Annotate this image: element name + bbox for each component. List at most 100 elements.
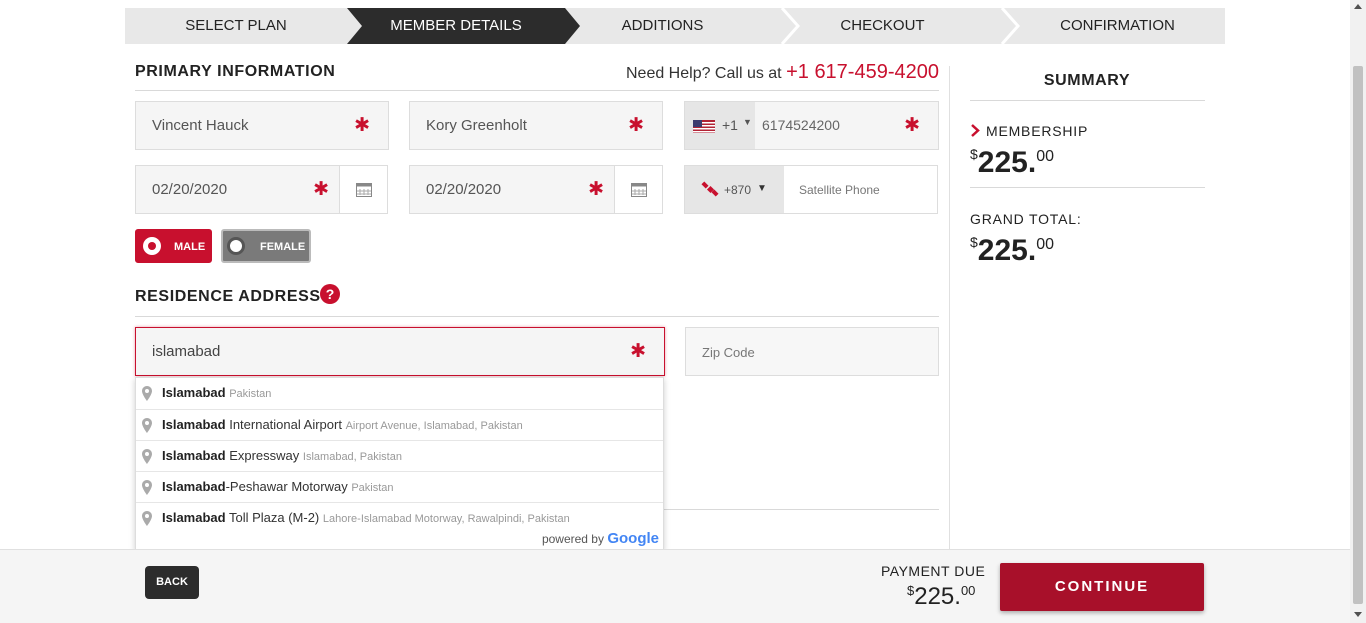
divider xyxy=(135,90,939,91)
zip-placeholder: Zip Code xyxy=(702,345,755,360)
satellite-icon xyxy=(701,181,719,197)
suggestion-item[interactable]: Islamabad Expressway Islamabad, Pakistan xyxy=(136,440,663,471)
svg-text:?: ? xyxy=(326,286,335,302)
suggestion-rest: International Airport xyxy=(225,417,342,432)
step-label: CONFIRMATION xyxy=(1060,17,1175,34)
address-value: islamabad xyxy=(152,343,221,360)
gender-female-option[interactable]: FEMALE xyxy=(221,229,311,263)
divider xyxy=(970,187,1205,188)
payment-due-amount: $225.00 xyxy=(907,583,975,611)
suggestion-main: Islamabad xyxy=(162,448,226,463)
phone-country-code: +1 xyxy=(722,117,738,133)
step-checkout[interactable]: CHECKOUT xyxy=(790,8,975,44)
price-cents: 00 xyxy=(1036,148,1054,165)
date-field-2[interactable]: 02/20/2020 ✱ xyxy=(409,165,663,214)
suggestion-item[interactable]: Islamabad-Peshawar Motorway Pakistan xyxy=(136,471,663,502)
chevron-down-icon: ▼ xyxy=(757,183,767,194)
suggestion-item[interactable]: Islamabad International Airport Airport … xyxy=(136,409,663,440)
summary-title: SUMMARY xyxy=(1043,72,1131,89)
scrollbar[interactable] xyxy=(1350,0,1366,623)
membership-price: $225.00 xyxy=(970,146,1054,180)
step-confirmation[interactable]: CONFIRMATION xyxy=(1010,8,1225,44)
date-value-2: 02/20/2020 xyxy=(426,181,502,198)
suggestion-main: Islamabad xyxy=(162,417,226,432)
radio-unselected-icon xyxy=(227,237,245,255)
zip-code-field[interactable]: Zip Code xyxy=(685,327,939,376)
chevron-down-icon: ▼ xyxy=(743,117,752,127)
powered-by-text: powered by xyxy=(541,532,604,546)
calendar-icon xyxy=(356,183,372,197)
step-member-details[interactable]: MEMBER DETAILS xyxy=(347,8,565,44)
checkout-steps: SELECT PLAN MEMBER DETAILS ADDITIONS CHE… xyxy=(125,8,1225,44)
location-pin-icon xyxy=(142,511,152,526)
gender-male-option[interactable]: MALE xyxy=(135,229,212,263)
required-icon: ✱ xyxy=(628,115,644,136)
column-divider xyxy=(949,66,950,549)
price-amount: 225. xyxy=(977,234,1037,267)
grand-total-label: GRAND TOTAL: xyxy=(970,211,1082,227)
calendar-icon xyxy=(631,183,647,197)
suggestion-item[interactable]: Islamabad Toll Plaza (M-2) Lahore-Islama… xyxy=(136,502,663,533)
us-flag-icon xyxy=(693,120,715,133)
price-cents: 00 xyxy=(960,583,976,598)
suggestion-rest: Toll Plaza (M-2) xyxy=(225,510,320,525)
grand-total-price: $225.00 xyxy=(970,234,1054,268)
scroll-up-icon[interactable] xyxy=(1354,4,1362,9)
step-chevron xyxy=(347,8,362,44)
section-heading-primary: PRIMARY INFORMATION xyxy=(135,63,336,80)
calendar-button[interactable] xyxy=(339,166,387,213)
location-pin-icon xyxy=(142,418,152,433)
location-pin-icon xyxy=(142,480,152,495)
address-input[interactable]: islamabad ✱ xyxy=(135,327,665,376)
phone-country-select[interactable]: +1 ▼ xyxy=(685,102,755,149)
suggestion-secondary: Lahore-Islamabad Motorway, Rawalpindi, P… xyxy=(322,513,570,525)
step-select-plan[interactable]: SELECT PLAN xyxy=(125,8,347,44)
step-divider xyxy=(1000,8,1020,44)
suggestion-secondary: Pakistan xyxy=(351,482,394,494)
location-pin-icon xyxy=(142,386,152,401)
footer-bar: BACK PAYMENT DUE $225.00 CONTINUE xyxy=(0,549,1350,623)
step-label: CHECKOUT xyxy=(840,17,925,34)
phone-field[interactable]: +1 ▼ 6174524200 ✱ xyxy=(684,101,939,150)
continue-button[interactable]: CONTINUE xyxy=(1000,563,1204,611)
satellite-code: +870 xyxy=(724,183,752,197)
required-icon: ✱ xyxy=(630,341,646,362)
google-logo: Google xyxy=(607,530,659,547)
scroll-down-icon[interactable] xyxy=(1354,612,1362,617)
suggestion-secondary: Pakistan xyxy=(229,388,272,400)
currency-symbol: $ xyxy=(970,146,978,162)
gender-male-label: MALE xyxy=(174,241,206,253)
suggestion-main: Islamabad xyxy=(162,385,226,400)
help-phone-link[interactable]: +1 617-459-4200 xyxy=(786,61,939,83)
location-pin-icon xyxy=(142,449,152,464)
membership-label[interactable]: MEMBERSHIP xyxy=(986,123,1088,139)
step-additions[interactable]: ADDITIONS xyxy=(580,8,745,44)
required-icon: ✱ xyxy=(313,179,329,200)
suggestion-item[interactable]: Islamabad Pakistan xyxy=(136,378,663,409)
first-name-field[interactable]: Vincent Hauck ✱ xyxy=(135,101,389,150)
satellite-phone-field[interactable]: +870 ▼ Satellite Phone xyxy=(684,165,938,214)
back-button[interactable]: BACK xyxy=(145,566,199,599)
satellite-code-select[interactable]: +870 ▼ xyxy=(685,166,784,213)
scrollbar-thumb[interactable] xyxy=(1353,66,1363,604)
calendar-button[interactable] xyxy=(614,166,662,213)
price-amount: 225. xyxy=(914,583,961,610)
last-name-field[interactable]: Kory Greenholt ✱ xyxy=(409,101,663,150)
help-text: Need Help? Call us at +1 617-459-4200 xyxy=(626,61,939,84)
help-prefix: Need Help? Call us at xyxy=(625,65,787,82)
required-icon: ✱ xyxy=(904,115,920,136)
help-question-icon[interactable]: ? xyxy=(320,284,340,304)
payment-due-label: PAYMENT DUE xyxy=(881,563,986,579)
required-icon: ✱ xyxy=(588,179,604,200)
chevron-right-icon[interactable] xyxy=(970,124,980,137)
step-chevron xyxy=(565,8,580,44)
date-field-1[interactable]: 02/20/2020 ✱ xyxy=(135,165,388,214)
step-label: MEMBER DETAILS xyxy=(390,17,522,34)
address-suggestions: Islamabad Pakistan Islamabad Internation… xyxy=(135,377,664,550)
first-name-value: Vincent Hauck xyxy=(152,117,249,134)
price-cents: 00 xyxy=(1036,236,1054,253)
suggestion-secondary: Airport Avenue, Islamabad, Pakistan xyxy=(345,420,523,432)
suggestion-main: Islamabad xyxy=(162,479,226,494)
currency-symbol: $ xyxy=(970,234,978,250)
last-name-value: Kory Greenholt xyxy=(426,117,527,134)
